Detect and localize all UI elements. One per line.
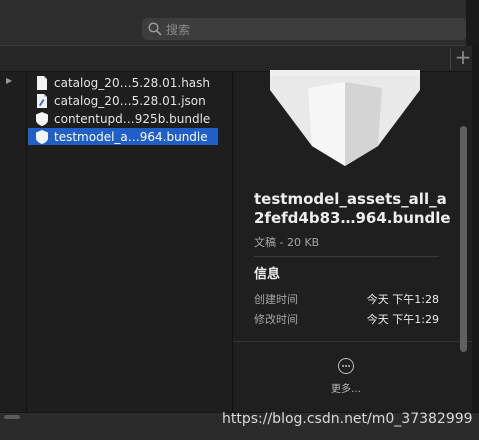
file-name: testmodel_a…964.bundle [54,129,208,144]
more-icon[interactable] [338,358,354,374]
file-row[interactable]: catalog_20…5.28.01.hash [28,74,218,91]
preview-title-line: 2fefd4b83…964.bundle [254,209,451,227]
file-row[interactable]: contentupd…925b.bundle [28,110,218,127]
window-edge [472,46,479,412]
horizontal-scrollbar[interactable] [4,415,20,419]
watermark-text: https://blog.csdn.net/m0_37382999 [222,411,473,427]
tab-separator [450,48,451,70]
file-row[interactable]: catalog_20…5.28.01.json [28,92,218,109]
search-icon [148,21,162,40]
preview-title-line: testmodel_assets_all_a [254,190,447,208]
info-heading: 信息 [254,267,281,282]
file-name: contentupd…925b.bundle [54,111,211,126]
bundle-preview-icon [270,70,420,170]
preview-pane: testmodel_assets_all_a 2fefd4b83…964.bun… [234,70,472,412]
toolbar-edge [466,0,479,46]
created-value: 今天 下午1:28 [366,293,439,306]
modified-value: 今天 下午1:29 [366,313,439,326]
file-row-selected[interactable]: testmodel_a…964.bundle [28,128,218,145]
created-row: 创建时间 今天 下午1:28 [254,291,439,307]
search-placeholder: 搜索 [166,23,191,37]
created-label: 创建时间 [254,293,298,306]
preview-title: testmodel_assets_all_a 2fefd4b83…964.bun… [254,190,454,228]
more-button-label[interactable]: 更多… [331,380,361,395]
json-document-icon [34,93,50,109]
modified-row: 修改时间 今天 下午1:29 [254,311,439,327]
bundle-icon [34,111,50,127]
vertical-scrollbar[interactable] [460,126,467,352]
file-name: catalog_20…5.28.01.hash [54,75,211,90]
disclosure-arrow-icon[interactable]: ▶ [6,76,12,85]
search-field[interactable]: 搜索 [142,18,467,40]
file-column: catalog_20…5.28.01.hash catalog_20…5.28.… [28,72,233,412]
finder-toolbar: 搜索 [0,0,479,46]
divider [234,341,472,342]
modified-label: 修改时间 [254,313,298,326]
document-icon [34,75,50,91]
tab-bar: + [0,46,479,72]
bundle-icon [34,129,50,145]
parent-column: ▶ [0,72,27,412]
file-name: catalog_20…5.28.01.json [54,93,206,108]
file-kind-size: 文稿 - 20 KB [254,236,320,249]
new-tab-button[interactable]: + [452,47,474,69]
divider [254,256,439,257]
